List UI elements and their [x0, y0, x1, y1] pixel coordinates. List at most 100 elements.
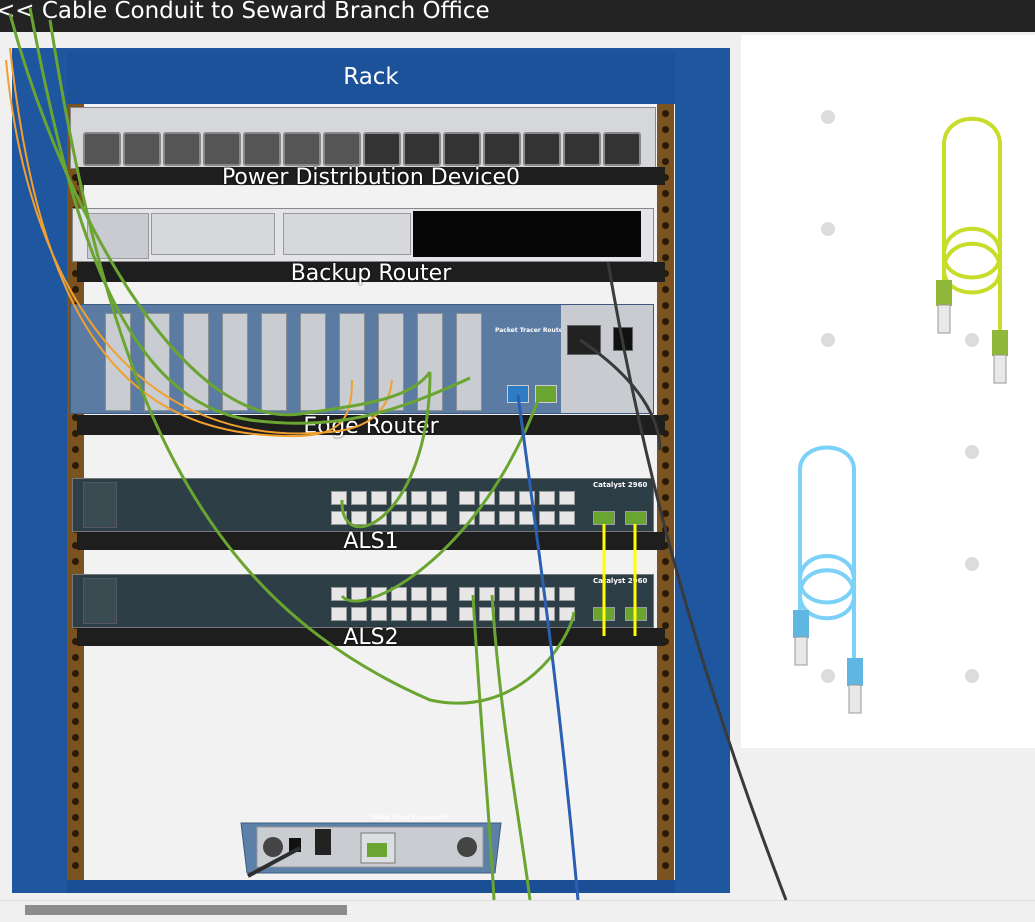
rail-hole [662, 286, 669, 293]
rj45-connector-icon [794, 636, 808, 666]
spare-straight-cable[interactable] [930, 105, 1020, 390]
ethernet-port [459, 607, 475, 621]
rail-hole [72, 462, 79, 469]
power-outlet-icon [203, 132, 241, 166]
rail-hole [662, 782, 669, 789]
ethernet-port [559, 511, 575, 525]
ethernet-port [519, 491, 535, 505]
rail-hole [662, 142, 669, 149]
module-slot [261, 313, 287, 411]
antenna-icon [263, 837, 283, 857]
power-outlet-icon [83, 132, 121, 166]
power-outlet-icon [323, 132, 361, 166]
rail-hole [662, 318, 669, 325]
scrollbar-thumb[interactable] [25, 905, 347, 915]
power-outlet-icon [563, 132, 601, 166]
ethernet-port [519, 607, 535, 621]
ethernet-port [559, 491, 575, 505]
ethernet-port [331, 607, 347, 621]
power-outlet-icon [123, 132, 161, 166]
ethernet-port [411, 511, 427, 525]
rj45-connector-icon [848, 684, 862, 714]
ethernet-port [431, 607, 447, 621]
console-port[interactable] [507, 385, 529, 403]
rack-base [67, 880, 675, 893]
ethernet-port [411, 587, 427, 601]
top-bar: << Cable Conduit to Seward Branch Office [0, 0, 1035, 32]
horizontal-scrollbar[interactable] [0, 900, 1035, 922]
rj45-connector-icon [793, 610, 809, 638]
ethernet-port [391, 607, 407, 621]
peg [821, 333, 835, 347]
rail-hole [72, 654, 79, 661]
edge-router[interactable]: Packet Tracer Router [70, 304, 654, 414]
ethernet-port [431, 511, 447, 525]
ethernet-port [411, 491, 427, 505]
ethernet-port [519, 587, 535, 601]
backup-router[interactable] [72, 208, 654, 262]
uplink-port [593, 607, 615, 621]
rail-hole [662, 590, 669, 597]
ethernet-port [459, 491, 475, 505]
rail-hole [662, 462, 669, 469]
rj45-connector-icon [936, 280, 952, 306]
ethernet-port [499, 511, 515, 525]
ethernet-port [479, 587, 495, 601]
switch-als1[interactable]: Catalyst 2960 [72, 478, 654, 532]
power-switch-icon[interactable] [315, 829, 331, 855]
rail-hole [72, 862, 79, 869]
backup-router-label: Backup Router [290, 261, 452, 286]
ethernet-port [459, 587, 475, 601]
switch-model: Catalyst 2960 [593, 481, 648, 489]
module-slot [183, 313, 209, 411]
switch-side-panel [83, 578, 117, 624]
module-slot [283, 213, 411, 255]
peg [821, 110, 835, 124]
rail-hole [662, 734, 669, 741]
switch-als2[interactable]: Catalyst 2960 [72, 574, 654, 628]
ethernet-port [391, 587, 407, 601]
power-distribution-device[interactable] [70, 107, 656, 169]
power-supply [561, 305, 653, 413]
rail-hole [72, 190, 79, 197]
ethernet-port [411, 607, 427, 621]
ethernet-port [371, 511, 387, 525]
power-outlet-icon [403, 132, 441, 166]
rail-hole [72, 670, 79, 677]
rail-hole [662, 478, 669, 485]
ethernet-port [391, 511, 407, 525]
ethernet-port [499, 491, 515, 505]
rail-hole [662, 798, 669, 805]
ethernet-port [391, 491, 407, 505]
rail-hole [72, 702, 79, 709]
aux-port[interactable] [535, 385, 557, 403]
switch-model: Catalyst 2960 [593, 577, 648, 585]
access-point[interactable]: Packet Tracer Accesspoint [233, 811, 508, 881]
rail-hole [662, 558, 669, 565]
cable-conduit-link[interactable]: << Cable Conduit to Seward Branch Office [0, 0, 490, 25]
ethernet-port [351, 587, 367, 601]
ethernet-port [559, 607, 575, 621]
uplink-port [593, 511, 615, 525]
power-outlet-icon [243, 132, 281, 166]
module-slot [151, 213, 275, 255]
spare-console-cable[interactable] [790, 440, 870, 725]
rack-rail-right [657, 104, 674, 880]
rail-hole [72, 846, 79, 853]
power-switch-icon[interactable] [613, 327, 633, 351]
ethernet-port [539, 607, 555, 621]
rail-hole [72, 286, 79, 293]
module-slot [144, 313, 170, 411]
antenna-icon [457, 837, 477, 857]
rj45-connector-icon [937, 304, 951, 334]
rail-hole [72, 798, 79, 805]
ethernet-port [431, 587, 447, 601]
rail-hole [662, 686, 669, 693]
rail-hole [662, 366, 669, 373]
rail-hole [662, 574, 669, 581]
module-slot [105, 313, 131, 411]
rail-hole [72, 814, 79, 821]
rail-hole [662, 158, 669, 165]
blank-panel [413, 211, 641, 257]
rail-hole [662, 830, 669, 837]
